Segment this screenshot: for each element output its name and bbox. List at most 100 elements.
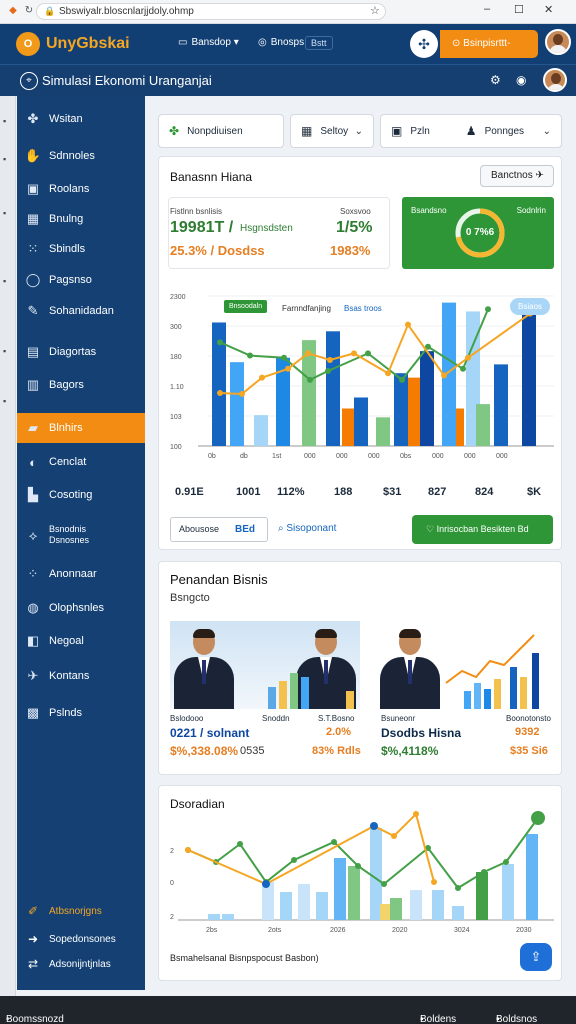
business-value: 0535	[240, 745, 265, 757]
rail-icon[interactable]: ▪	[3, 116, 6, 126]
sidebar-item-olophsnles[interactable]: ◍ Olophsnles	[17, 593, 145, 623]
building-icon: ▙	[28, 487, 38, 502]
y-tick-label: 2300	[170, 294, 186, 301]
sidebar-item-sbindls[interactable]: ⁙ Sbindls	[17, 234, 145, 264]
calendar-icon: ▦	[26, 211, 40, 226]
line-point	[185, 847, 191, 853]
line-point	[431, 879, 437, 885]
sidebar-item-negoal[interactable]: ◧ Negoal	[17, 626, 145, 656]
nav-item-bnosps[interactable]: ◎ Bnosps	[258, 37, 304, 48]
line-point	[291, 857, 297, 863]
left-rail: ▪ ▪ ▪ ▪ ▪ ▪	[0, 96, 16, 996]
sidebar-item-diagortas[interactable]: ▤ Diagortas	[17, 337, 145, 367]
business-card-title: Penandan Bisnis	[170, 572, 268, 587]
line-point	[355, 863, 361, 869]
x-tick-label: 0bs	[400, 453, 412, 460]
stat-value: 1001	[236, 486, 261, 498]
rail-icon[interactable]: ▪	[3, 396, 6, 406]
sidebar-item-sohanidadan[interactable]: ✎ Sohanidadan	[17, 296, 145, 326]
nav-item-bansdop[interactable]: ▭ Bansdop ▾	[178, 37, 239, 48]
sidebar-footer-item[interactable]: ➜ Sopedonsones	[17, 927, 145, 951]
line-point	[399, 376, 405, 383]
business-value: $35 Si6	[510, 745, 548, 757]
fab-button[interactable]: ⇪	[520, 943, 552, 971]
card-action-button[interactable]: Banctnos ✈	[480, 165, 554, 187]
rail-icon[interactable]: ▪	[3, 154, 6, 164]
sidebar-item-bagors[interactable]: ▥ Bagors	[17, 370, 145, 400]
ghost-button[interactable]: Bstt	[305, 36, 333, 50]
avatar[interactable]	[545, 29, 571, 55]
kpi-value: 19981T /	[170, 219, 234, 236]
rail-icon[interactable]: ▪	[3, 208, 6, 218]
line-point	[503, 859, 509, 865]
sidebar-item-cosoting[interactable]: ▙ Cosoting	[17, 480, 145, 510]
filter-select-2[interactable]: ▦ Seltoy ⌄	[290, 114, 374, 148]
sidebar-item-anonnaar[interactable]: ⁘ Anonnaar	[17, 559, 145, 589]
filter-select-1[interactable]: ✤ Nonpdiuisen	[158, 114, 284, 148]
sidebar-item-pslnds[interactable]: ▩ Pslnds	[17, 698, 145, 728]
search-link[interactable]: ⌕ Sisoponant	[278, 523, 336, 534]
settings-icon[interactable]: ⚙	[490, 73, 501, 87]
kpi-value-secondary: 25.3% / Dosdss	[170, 243, 265, 258]
highlight-point	[262, 880, 270, 888]
line-point	[381, 881, 387, 887]
rail-icon[interactable]: ▪	[3, 276, 6, 286]
sidebar-footer-item[interactable]: ⇄ Adsonijntjnlas	[17, 952, 145, 976]
sidebar-item-wsitan[interactable]: ✤ Wsitan	[17, 104, 145, 134]
brand-logo[interactable]: O UnyGbskai	[16, 32, 130, 56]
cta-button[interactable]: ⊙ Bsinpisrttt-hasent	[440, 30, 538, 77]
x-tick-label: db	[240, 453, 248, 460]
chart-bar	[334, 858, 346, 920]
line-point	[259, 374, 265, 381]
chart-bar	[432, 890, 444, 920]
bottom-chart: 2 0 2 2bs 2ots 2026 2020 3024 2030	[170, 811, 554, 934]
legend-badge: Bnsoodaln	[224, 300, 268, 313]
filter-select-3[interactable]: ▣ Pzln ♟ Ponnges ⌄	[380, 114, 562, 148]
address-bar[interactable]: 🔒 Sbswiyalr.bloscnlarjjdoly.ohmp	[36, 3, 386, 20]
x-tick-label: 0b	[208, 453, 216, 460]
sidebar-footer-item[interactable]: ✐ Atbsnorjgns	[17, 899, 145, 923]
chevron-down-icon: ⌄	[542, 125, 551, 137]
rail-icon[interactable]: ▪	[3, 346, 6, 356]
chart-bar	[476, 404, 490, 446]
sidebar-item-bnulng[interactable]: ▦ Bnulng	[17, 204, 145, 234]
edit-icon: ✐	[27, 904, 39, 918]
sidebar-item-kontans[interactable]: ✈ Kontans	[17, 661, 145, 691]
chart-bar	[408, 377, 422, 446]
chart-bar	[502, 864, 514, 920]
chart-bar	[354, 397, 368, 446]
sidebar-item-cenclat[interactable]: ◐ Cenclat	[17, 447, 145, 477]
amount-input[interactable]: Abousose BEd	[170, 517, 268, 542]
line-point	[331, 839, 337, 845]
sidebar-item-roolans[interactable]: ▣ Roolans	[17, 174, 145, 204]
line-point	[325, 368, 331, 374]
mini-combo-chart	[445, 634, 539, 709]
chart-bar	[394, 373, 408, 446]
mini-bar-chart	[268, 673, 354, 709]
user-avatar[interactable]	[543, 68, 567, 92]
business-value: 0221 / solnant	[170, 726, 250, 740]
chart-bar	[522, 307, 536, 446]
line-point	[465, 354, 471, 361]
stat-value: 827	[428, 486, 447, 498]
globe-icon: ◍	[27, 600, 39, 615]
x-tick-label: 3024	[454, 927, 470, 934]
kpi-subtext: Hsgnsdsten	[240, 223, 293, 234]
close-window-button[interactable]: ✕	[544, 3, 553, 16]
dots-icon: ⁘	[27, 566, 39, 581]
sidebar-item-bsnodnis[interactable]: ⟡ Bsnodnis Dsnosnes	[17, 520, 145, 550]
fan-icon[interactable]: ✣	[410, 30, 438, 58]
line-point	[485, 306, 491, 313]
minimize-button[interactable]: –	[484, 3, 490, 15]
sidebar-item-sdnnoles[interactable]: ✋ Sdnnoles	[17, 141, 145, 171]
business-value: 83% Rdls	[312, 745, 361, 757]
line-point	[460, 365, 466, 372]
business-photo-left	[170, 621, 360, 709]
notification-icon[interactable]: ◉	[516, 73, 526, 87]
sidebar-item-blnhirs[interactable]: ▰ Blnhirs	[17, 413, 145, 443]
photo-caption: Boonotonsto	[506, 714, 551, 723]
primary-green-button[interactable]: ♡ Inrisocban Besikten Bd	[412, 515, 553, 544]
bookmark-star-icon[interactable]: ☆	[370, 4, 380, 17]
maximize-button[interactable]: ☐	[514, 3, 524, 16]
sidebar-item-pagsnso[interactable]: ◯ Pagsnso	[17, 265, 145, 295]
